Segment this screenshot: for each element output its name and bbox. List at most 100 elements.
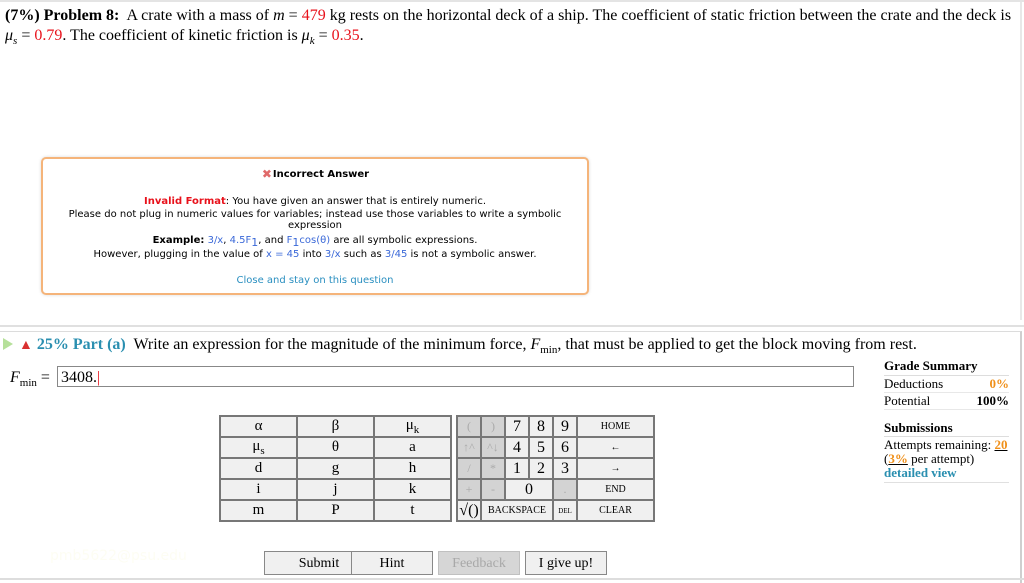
key-d[interactable]: d bbox=[219, 457, 298, 480]
text-caret: | bbox=[97, 369, 101, 386]
potential-label: Potential bbox=[884, 393, 931, 408]
part-a-header: ▲ 25% Part (a) Write an expression for th… bbox=[3, 335, 917, 360]
problem-label: Problem 8: bbox=[43, 7, 120, 24]
key-multiply[interactable]: * bbox=[480, 457, 506, 480]
key-plus[interactable]: + bbox=[456, 478, 482, 501]
problem-text-unit: kg rests on the horizontal deck of a shi… bbox=[329, 7, 1012, 24]
key-3[interactable]: 3 bbox=[552, 457, 578, 480]
part-question-a: Write an expression for the magnitude of… bbox=[133, 336, 527, 353]
grade-summary-title: Grade Summary bbox=[884, 358, 1009, 376]
key-9[interactable]: 9 bbox=[552, 415, 578, 438]
line4-d: is not a symbolic answer. bbox=[410, 249, 537, 260]
key-mu-s[interactable]: μs bbox=[219, 436, 298, 459]
key-a[interactable]: a bbox=[373, 436, 452, 459]
answer-label-sub: min bbox=[19, 377, 37, 390]
key-minus[interactable]: - bbox=[480, 478, 506, 501]
deductions-row: Deductions 0% bbox=[884, 376, 1009, 393]
part-question-b: , that must be applied to get the block … bbox=[557, 336, 917, 353]
equals: = bbox=[21, 27, 31, 44]
example-2-text: 4.5F bbox=[229, 235, 252, 246]
key-8[interactable]: 8 bbox=[528, 415, 554, 438]
key-home[interactable]: HOME bbox=[576, 415, 655, 438]
deductions-label: Deductions bbox=[884, 376, 944, 391]
key-open-paren[interactable]: ( bbox=[456, 415, 482, 438]
part-divider bbox=[0, 325, 1024, 327]
key-dot[interactable]: . bbox=[552, 478, 578, 501]
line4-x: x = 45 bbox=[266, 249, 300, 260]
key-del[interactable]: DEL bbox=[552, 499, 578, 522]
dialog-title: ✖Incorrect Answer bbox=[43, 168, 587, 180]
feedback-button[interactable]: Feedback bbox=[438, 551, 520, 575]
example-3-rest: cos(θ) bbox=[299, 235, 331, 246]
mu-s-value: 0.79 bbox=[34, 27, 63, 44]
mu-s-symbol: μ bbox=[5, 27, 14, 44]
play-icon[interactable] bbox=[3, 338, 13, 350]
key-theta[interactable]: θ bbox=[296, 436, 375, 459]
key-6[interactable]: 6 bbox=[552, 436, 578, 459]
equals: = bbox=[318, 27, 328, 44]
per-attempt: (3% per attempt) bbox=[884, 452, 1009, 466]
key-k[interactable]: k bbox=[373, 478, 452, 501]
key-5[interactable]: 5 bbox=[528, 436, 554, 459]
equals: = bbox=[288, 7, 298, 24]
answer-equals: = bbox=[40, 369, 50, 386]
attempts-value: 20 bbox=[994, 437, 1008, 452]
key-clear[interactable]: CLEAR bbox=[576, 499, 655, 522]
f-symbol: F bbox=[530, 336, 541, 353]
give-up-button[interactable]: I give up! bbox=[525, 551, 607, 575]
key-P[interactable]: P bbox=[296, 499, 375, 522]
dialog-line-2: Please do not plug in numeric values for… bbox=[68, 209, 562, 231]
example-tail: are all symbolic expressions. bbox=[333, 235, 478, 246]
key-sqrt[interactable]: √() bbox=[456, 499, 482, 522]
close-and-stay-link[interactable]: Close and stay on this question bbox=[43, 275, 587, 286]
problem-percent: (7%) bbox=[5, 7, 40, 24]
key-j[interactable]: j bbox=[296, 478, 375, 501]
detailed-view-link[interactable]: detailed view bbox=[884, 466, 1009, 483]
key-mu-k[interactable]: μk bbox=[373, 415, 452, 438]
answer-label: Fmin = bbox=[10, 369, 50, 389]
key-i[interactable]: i bbox=[219, 478, 298, 501]
key-m[interactable]: m bbox=[219, 499, 298, 522]
submissions-title: Submissions bbox=[884, 421, 1009, 437]
key-1[interactable]: 1 bbox=[504, 457, 530, 480]
answer-input[interactable]: 3408.| bbox=[57, 366, 854, 387]
key-divide[interactable]: / bbox=[456, 457, 482, 480]
key-superscript-down[interactable]: ^↓ bbox=[480, 436, 506, 459]
key-2[interactable]: 2 bbox=[528, 457, 554, 480]
numeric-keypad: ( ) 7 8 9 HOME ↑^ ^↓ 4 5 6 ← / * 1 2 3 →… bbox=[456, 415, 655, 522]
period: . bbox=[359, 27, 364, 44]
line4-c: such as bbox=[343, 249, 382, 260]
error-x-icon: ✖ bbox=[261, 167, 272, 181]
example-3: F1cos(θ) bbox=[287, 235, 331, 249]
problem-text-b: . The coefficient of kinetic friction is bbox=[62, 27, 298, 44]
key-backspace[interactable]: BACKSPACE bbox=[480, 499, 554, 522]
part-label: Part (a) bbox=[72, 336, 126, 353]
key-beta[interactable]: β bbox=[296, 415, 375, 438]
per-attempt-value: 3% bbox=[888, 451, 908, 466]
key-7[interactable]: 7 bbox=[504, 415, 530, 438]
key-end[interactable]: END bbox=[576, 478, 655, 501]
deductions-value: 0% bbox=[989, 376, 1010, 391]
bottom-divider bbox=[0, 578, 1024, 580]
key-mu-s-sub: s bbox=[260, 445, 265, 457]
potential-row: Potential 100% bbox=[884, 393, 1009, 410]
key-close-paren[interactable]: ) bbox=[480, 415, 506, 438]
potential-value: 100% bbox=[976, 393, 1010, 408]
key-t[interactable]: t bbox=[373, 499, 452, 522]
hint-button[interactable]: Hint bbox=[351, 551, 433, 575]
key-left-arrow[interactable]: ← bbox=[576, 436, 655, 459]
invalid-format-label: Invalid Format bbox=[143, 196, 226, 207]
key-0[interactable]: 0 bbox=[504, 478, 554, 501]
key-4[interactable]: 4 bbox=[504, 436, 530, 459]
example-2: 4.5F1 bbox=[229, 235, 259, 249]
key-right-arrow[interactable]: → bbox=[576, 457, 655, 480]
grade-summary: Grade Summary Deductions 0% Potential 10… bbox=[884, 358, 1009, 410]
key-superscript-up[interactable]: ↑^ bbox=[456, 436, 482, 459]
incorrect-answer-dialog: ✖Incorrect Answer Invalid Format: You ha… bbox=[41, 157, 589, 295]
dialog-line-1: Invalid Format: You have given an answer… bbox=[43, 196, 587, 207]
key-g[interactable]: g bbox=[296, 457, 375, 480]
key-h[interactable]: h bbox=[373, 457, 452, 480]
submissions-panel: Submissions Attempts remaining: 20 (3% p… bbox=[884, 421, 1009, 483]
key-alpha[interactable]: α bbox=[219, 415, 298, 438]
mass-symbol: m bbox=[273, 7, 285, 24]
